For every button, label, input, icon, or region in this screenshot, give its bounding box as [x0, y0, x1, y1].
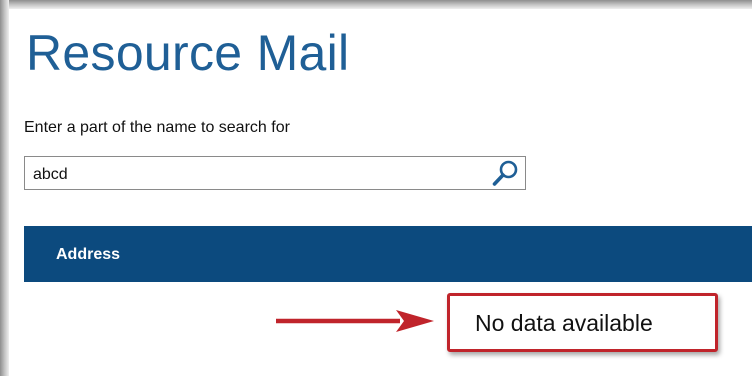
grid-header: Address — [24, 226, 752, 282]
search-button[interactable] — [489, 158, 523, 188]
no-data-message: No data available — [475, 310, 653, 336]
no-data-highlight: No data available — [447, 293, 718, 352]
search-label: Enter a part of the name to search for — [24, 119, 290, 136]
app-window: Resource Mail Enter a part of the name t… — [0, 0, 752, 376]
search-icon — [492, 160, 518, 186]
search-box — [24, 156, 526, 190]
right-arrow-icon — [276, 310, 434, 332]
window-top-edge — [0, 0, 752, 9]
search-input[interactable] — [25, 157, 485, 189]
window-left-edge — [0, 0, 9, 376]
column-header-address[interactable]: Address — [56, 245, 120, 265]
page-title: Resource Mail — [26, 25, 350, 81]
